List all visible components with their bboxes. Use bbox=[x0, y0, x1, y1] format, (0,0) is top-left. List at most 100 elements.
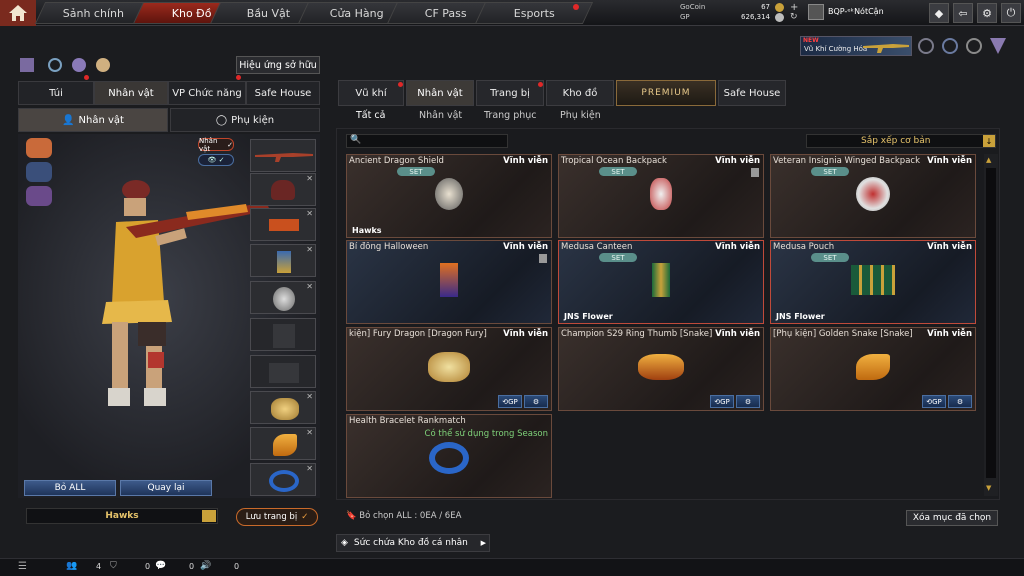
item-card[interactable]: Bí đông Halloween Vĩnh viễn bbox=[346, 240, 552, 324]
close-icon[interactable]: ✕ bbox=[306, 428, 313, 437]
mask-class-icon[interactable] bbox=[26, 162, 52, 182]
capacity-button[interactable]: ◈ Sức chứa Kho đồ cá nhân ▶ bbox=[336, 534, 490, 552]
subtab-accessories[interactable]: ◯ Phụ kiện bbox=[170, 108, 320, 132]
refresh-icon[interactable]: ↻ bbox=[790, 12, 798, 22]
close-icon[interactable]: ✕ bbox=[306, 245, 313, 254]
menu-icon[interactable]: ☰ bbox=[18, 561, 27, 572]
item-card[interactable]: kiện] Fury Dragon [Dragon Fury] Vĩnh viễ… bbox=[346, 327, 552, 411]
medusa-pouch-icon bbox=[851, 265, 895, 296]
tab-weapons[interactable]: Vũ khí bbox=[338, 80, 404, 106]
close-icon[interactable]: ✕ bbox=[306, 174, 313, 183]
save-outfit-button[interactable]: Lưu trang bị ✓ bbox=[236, 508, 318, 526]
search-box[interactable]: 🔍 bbox=[346, 134, 508, 148]
scrollbar[interactable]: ▲ ▼ bbox=[984, 154, 998, 496]
close-icon[interactable]: ✕ bbox=[306, 209, 313, 218]
friends-icon[interactable]: 👥 bbox=[66, 561, 77, 571]
item-card[interactable]: Ancient Dragon Shield Vĩnh viễn SET Hawk… bbox=[346, 154, 552, 238]
close-icon[interactable]: ✕ bbox=[306, 392, 313, 401]
scrollbar-thumb[interactable] bbox=[986, 168, 996, 478]
subtab-outfits[interactable]: Trang phục bbox=[484, 110, 537, 124]
tab-bag[interactable]: Túi bbox=[18, 81, 94, 105]
item-card[interactable]: Medusa Canteen Vĩnh viễn SET JNS Flower bbox=[558, 240, 764, 324]
scroll-down-icon[interactable]: ▼ bbox=[986, 484, 991, 492]
clan-icon[interactable]: ◆ bbox=[929, 3, 949, 23]
item-card[interactable]: Tropical Ocean Backpack Vĩnh viễn SET bbox=[558, 154, 764, 238]
tab-storage[interactable]: Kho đồ bbox=[546, 80, 614, 106]
tab-equipment[interactable]: Trang bị bbox=[476, 80, 544, 106]
speaker-icon[interactable]: 🔊 bbox=[200, 561, 211, 571]
slot-head[interactable]: ✕ bbox=[250, 173, 316, 206]
vip-icon[interactable] bbox=[990, 38, 1006, 54]
slot-shield[interactable]: ✕ bbox=[250, 281, 316, 314]
item-card[interactable]: Champion S29 Ring Thumb [Snake] Vĩnh viễ… bbox=[558, 327, 764, 411]
tab-character[interactable]: Nhân vật bbox=[94, 81, 168, 105]
tab-label: Bầu Vật bbox=[247, 6, 291, 20]
settings-button[interactable]: ⚙ bbox=[736, 395, 760, 408]
close-icon[interactable]: ✕ bbox=[306, 282, 313, 291]
clear-selected-button[interactable]: Xóa mục đã chọn bbox=[906, 510, 998, 526]
tab-function-items[interactable]: VP Chức năng bbox=[168, 81, 246, 105]
eye-icon[interactable]: 👁 ✓ bbox=[198, 154, 234, 166]
back-button[interactable]: Quay lại bbox=[120, 480, 212, 496]
close-icon[interactable]: ✕ bbox=[306, 464, 313, 473]
item-card[interactable]: Medusa Pouch Vĩnh viễn SET JNS Flower bbox=[770, 240, 976, 324]
owned-effects-button[interactable]: Hiệu ứng sở hữu bbox=[236, 56, 320, 74]
users-icon[interactable] bbox=[72, 58, 86, 72]
scroll-up-icon[interactable]: ▲ bbox=[986, 156, 991, 164]
item-card[interactable]: Veteran Insignia Winged Backpack Vĩnh vi… bbox=[770, 154, 976, 238]
golden-snake-icon bbox=[856, 354, 890, 381]
badge-icon[interactable] bbox=[966, 38, 982, 54]
slot-ring[interactable]: ✕ bbox=[250, 427, 316, 460]
tab-characters[interactable]: Nhân vật bbox=[406, 80, 474, 106]
event-icon[interactable] bbox=[918, 38, 934, 54]
tab-safe-house[interactable]: Safe House bbox=[246, 81, 320, 105]
settings-button[interactable]: ⚙ bbox=[948, 395, 972, 408]
chat-icon[interactable]: 💬 bbox=[155, 561, 166, 571]
tab-safe-house-right[interactable]: Safe House bbox=[718, 80, 786, 106]
wolf-class-icon[interactable] bbox=[26, 138, 52, 158]
home-button[interactable] bbox=[0, 0, 36, 26]
sort-dropdown[interactable]: Sắp xếp cơ bản ↓ bbox=[806, 134, 996, 148]
gp-exchange-button[interactable]: ⟲GP bbox=[498, 395, 522, 408]
settings-button[interactable]: ⚙ bbox=[524, 395, 548, 408]
item-card[interactable]: Health Bracelet Rankmatch Có thể sử dụng… bbox=[346, 414, 552, 498]
exit-icon[interactable]: ⇦ bbox=[953, 3, 973, 23]
shield-icon[interactable]: ⛉ bbox=[110, 561, 117, 571]
list-icon[interactable] bbox=[202, 510, 216, 522]
slot-pants[interactable] bbox=[250, 355, 316, 388]
trash-icon[interactable] bbox=[539, 254, 547, 263]
save-outfit-label: Lưu trang bị bbox=[245, 512, 298, 522]
subtab-accessories-right[interactable]: Phụ kiện bbox=[560, 110, 601, 124]
owner-name: JNS Flower bbox=[776, 312, 825, 321]
slot-dragon[interactable]: ✕ bbox=[250, 391, 316, 424]
preset-name-field[interactable]: Hawks bbox=[26, 508, 218, 524]
subtab-characters[interactable]: Nhân vật bbox=[419, 110, 462, 124]
gp-exchange-button[interactable]: ⟲GP bbox=[710, 395, 734, 408]
search-input[interactable] bbox=[363, 135, 507, 147]
snake-ring-icon bbox=[638, 354, 684, 381]
gear-icon[interactable]: ⚙ bbox=[977, 3, 997, 23]
gp-exchange-button[interactable]: ⟲GP bbox=[922, 395, 946, 408]
subtab-character[interactable]: 👤 Nhân vật bbox=[18, 108, 168, 132]
pet-icon[interactable] bbox=[96, 58, 110, 72]
gift-icon[interactable] bbox=[20, 58, 34, 72]
power-icon[interactable]: ⏻ bbox=[1001, 3, 1021, 23]
tab-premium[interactable]: PREMIUM bbox=[616, 80, 716, 106]
tab-label: Kho Đồ bbox=[172, 6, 212, 20]
bird-class-icon[interactable] bbox=[26, 186, 52, 206]
character-toggle[interactable]: Nhân vật ✓ bbox=[198, 137, 234, 153]
remove-all-button[interactable]: Bỏ ALL bbox=[24, 480, 116, 496]
slot-face[interactable]: ✕ bbox=[250, 208, 316, 241]
slot-weapon[interactable] bbox=[250, 139, 316, 172]
item-card[interactable]: [Phụ kiện] Golden Snake [Snake] Vĩnh viễ… bbox=[770, 327, 976, 411]
gocoin-label: GoCoin bbox=[680, 3, 706, 11]
trash-icon[interactable] bbox=[751, 168, 759, 177]
history-icon[interactable] bbox=[48, 58, 62, 72]
subtab-all[interactable]: Tất cả bbox=[356, 110, 385, 124]
dragon-icon bbox=[271, 398, 299, 420]
globe-icon[interactable] bbox=[942, 38, 958, 54]
slot-medal[interactable]: ✕ bbox=[250, 244, 316, 277]
slot-vest[interactable] bbox=[250, 318, 316, 351]
promo-banner[interactable]: NEW Vũ Khí Cường Hóa bbox=[800, 36, 912, 56]
slot-bracelet[interactable]: ✕ bbox=[250, 463, 316, 496]
